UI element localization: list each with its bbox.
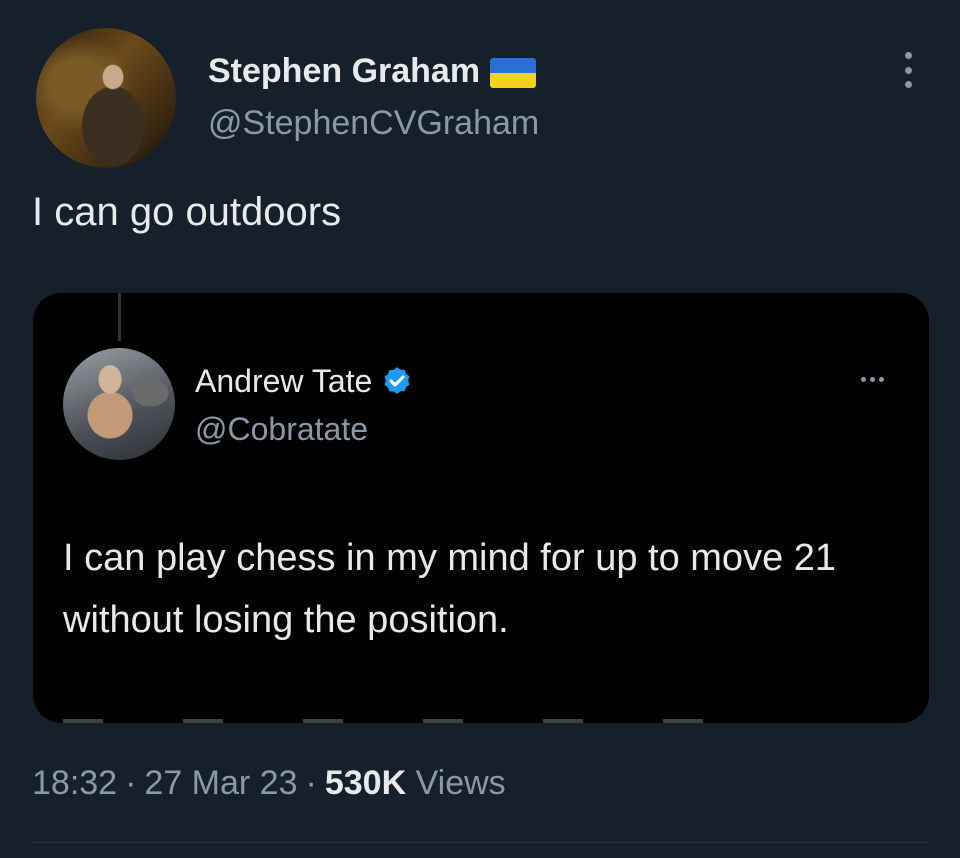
truncated-text-remnant [63,719,763,723]
verified-badge-icon [384,366,410,394]
quoted-more-icon[interactable] [861,377,884,382]
meta-separator: · [305,764,317,802]
author-name[interactable]: Stephen Graham [208,52,480,91]
author-handle[interactable]: @StephenCVGraham [208,104,539,143]
thread-line [118,293,121,341]
divider [32,842,928,843]
author-avatar[interactable] [36,28,176,168]
views-label[interactable]: Views [416,764,506,802]
quoted-author-name[interactable]: Andrew Tate [195,363,372,400]
tweet-text: I can go outdoors [32,190,342,234]
tweet-date[interactable]: 27 Mar 23 [144,764,297,802]
quoted-author-avatar[interactable] [63,348,175,460]
quoted-tweet[interactable]: Andrew Tate @Cobratate I can play chess … [33,293,929,723]
views-count[interactable]: 530K [325,764,406,802]
quoted-tweet-text: I can play chess in my mind for up to mo… [63,537,837,641]
tweet-time[interactable]: 18:32 [32,764,117,802]
tweet-meta: 18:32 · 27 Mar 23 · 530K Views [32,764,506,803]
meta-separator: · [125,764,137,802]
quoted-name-row: Andrew Tate [195,363,414,400]
ukraine-flag-icon [490,57,537,88]
author-name-row: Stephen Graham [208,52,537,91]
quoted-author-handle[interactable]: @Cobratate [195,411,368,448]
more-options-icon[interactable] [898,52,918,88]
